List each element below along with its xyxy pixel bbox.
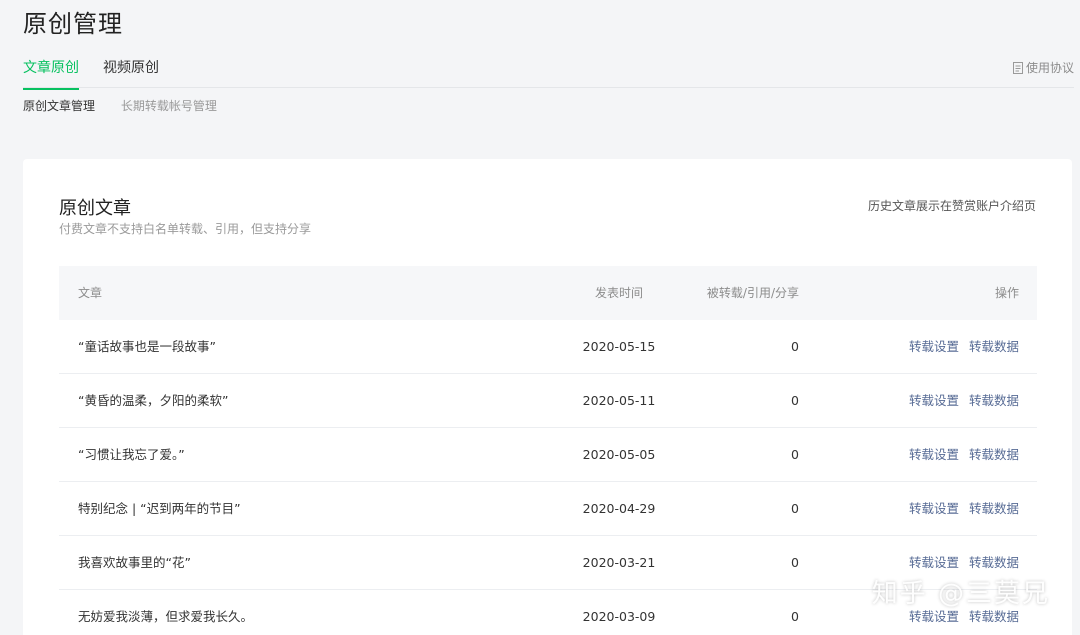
table-row: “童话故事也是一段故事” 2020-05-15 0 转载设置 转载数据: [59, 320, 1037, 374]
article-title[interactable]: 我喜欢故事里的“花”: [78, 536, 191, 590]
reprint-settings-button[interactable]: 转载设置: [909, 609, 959, 624]
reprint-count: 0: [791, 393, 799, 408]
header-article: 文章: [78, 286, 103, 300]
reprint-settings-button[interactable]: 转载设置: [909, 393, 959, 408]
reprint-settings-button[interactable]: 转载设置: [909, 555, 959, 570]
table-header: 文章 发表时间 被转载/引用/分享 操作: [59, 266, 1037, 320]
reprint-count: 0: [791, 447, 799, 462]
history-articles-link[interactable]: 历史文章展示在赞赏账户介绍页: [868, 197, 1036, 214]
page-title: 原创管理: [23, 10, 123, 38]
table-row: “习惯让我忘了爱。” 2020-05-05 0 转载设置 转载数据: [59, 428, 1037, 482]
reprint-settings-button[interactable]: 转载设置: [909, 339, 959, 354]
row-operations: 转载设置 转载数据: [899, 374, 1019, 428]
reprint-data-button[interactable]: 转载数据: [969, 339, 1019, 354]
tab-article-original[interactable]: 文章原创: [23, 57, 79, 90]
reprint-data-button[interactable]: 转载数据: [969, 447, 1019, 462]
publish-date: 2020-03-09: [582, 609, 656, 624]
row-operations: 转载设置 转载数据: [899, 428, 1019, 482]
table-row: “黄昏的温柔，夕阳的柔软” 2020-05-11 0 转载设置 转载数据: [59, 374, 1037, 428]
document-icon: [1012, 61, 1023, 74]
row-operations: 转载设置 转载数据: [899, 482, 1019, 536]
publish-date: 2020-05-15: [582, 339, 656, 354]
card-description: 付费文章不支持白名单转载、引用，但支持分享: [59, 222, 312, 236]
article-title[interactable]: “童话故事也是一段故事”: [78, 320, 216, 374]
article-title[interactable]: 特别纪念 | “迟到两年的节目”: [78, 482, 241, 536]
publish-date: 2020-05-11: [582, 393, 656, 408]
reprint-settings-button[interactable]: 转载设置: [909, 447, 959, 462]
publish-date: 2020-03-21: [582, 555, 656, 570]
subnav-long-term-reprint[interactable]: 长期转载帐号管理: [121, 99, 217, 113]
article-title[interactable]: “习惯让我忘了爱。”: [78, 428, 185, 482]
reprint-settings-button[interactable]: 转载设置: [909, 501, 959, 516]
publish-date: 2020-05-05: [582, 447, 656, 462]
header-operations: 操作: [994, 286, 1019, 300]
original-articles-card: 原创文章 付费文章不支持白名单转载、引用，但支持分享 历史文章展示在赞赏账户介绍…: [23, 159, 1072, 635]
reprint-data-button[interactable]: 转载数据: [969, 501, 1019, 516]
reprint-data-button[interactable]: 转载数据: [969, 609, 1019, 624]
reprint-data-button[interactable]: 转载数据: [969, 555, 1019, 570]
table-row: 特别纪念 | “迟到两年的节目” 2020-04-29 0 转载设置 转载数据: [59, 482, 1037, 536]
card-title: 原创文章: [59, 198, 131, 219]
reprint-count: 0: [791, 339, 799, 354]
tab-bar: 文章原创 视频原创 使用协议: [23, 54, 1074, 90]
subnav-original-articles[interactable]: 原创文章管理: [23, 99, 95, 113]
header-reprint-count: 被转载/引用/分享: [706, 286, 799, 300]
usage-agreement-label: 使用协议: [1025, 61, 1074, 75]
article-title[interactable]: 无妨爱我淡薄，但求爱我长久。: [78, 590, 253, 635]
usage-agreement-link[interactable]: 使用协议: [1012, 59, 1074, 76]
reprint-data-button[interactable]: 转载数据: [969, 393, 1019, 408]
sub-navigation: 原创文章管理 长期转载帐号管理: [23, 97, 239, 114]
reprint-count: 0: [791, 501, 799, 516]
reprint-count: 0: [791, 555, 799, 570]
row-operations: 转载设置 转载数据: [899, 320, 1019, 374]
reprint-count: 0: [791, 609, 799, 624]
tab-video-original[interactable]: 视频原创: [103, 57, 159, 89]
header-publish-time: 发表时间: [594, 286, 643, 300]
publish-date: 2020-04-29: [582, 501, 656, 516]
watermark: 知乎 @三莫兄: [871, 579, 1050, 609]
article-title[interactable]: “黄昏的温柔，夕阳的柔软”: [78, 374, 228, 428]
original-management-page: 原创管理 文章原创 视频原创 使用协议 原创文章管理 长期转载帐号管理 原创文章…: [0, 0, 1080, 635]
